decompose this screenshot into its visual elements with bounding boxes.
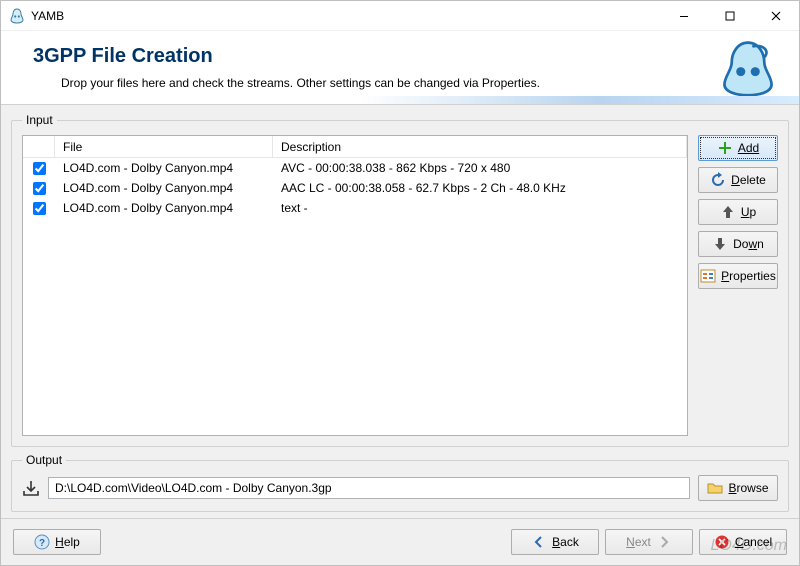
app-window: YAMB 3GPP File Creation Drop your files …	[0, 0, 800, 566]
footer-bar: ? Help Back Next Cancel	[1, 518, 799, 565]
table-row[interactable]: LO4D.com - Dolby Canyon.mp4AAC LC - 00:0…	[23, 178, 687, 198]
up-button[interactable]: Up	[698, 199, 778, 225]
side-button-column: Add Delete Up Down	[698, 135, 778, 436]
titlebar: YAMB	[1, 1, 799, 31]
close-icon	[771, 11, 781, 21]
properties-icon	[700, 268, 716, 284]
row-file: LO4D.com - Dolby Canyon.mp4	[55, 179, 273, 197]
row-file: LO4D.com - Dolby Canyon.mp4	[55, 159, 273, 177]
content-area: Input File Description LO4D.com - Dolby …	[1, 105, 799, 518]
row-description: AAC LC - 00:00:38.058 - 62.7 Kbps - 2 Ch…	[273, 179, 687, 197]
row-checkbox[interactable]	[33, 162, 46, 175]
minimize-button[interactable]	[661, 1, 707, 31]
table-row[interactable]: LO4D.com - Dolby Canyon.mp4AVC - 00:00:3…	[23, 158, 687, 178]
plus-icon	[717, 140, 733, 156]
back-button[interactable]: Back	[511, 529, 599, 555]
col-description[interactable]: Description	[273, 136, 687, 157]
list-header: File Description	[23, 136, 687, 158]
down-button[interactable]: Down	[698, 231, 778, 257]
row-checkbox-cell	[23, 200, 55, 217]
row-file: LO4D.com - Dolby Canyon.mp4	[55, 199, 273, 217]
help-button[interactable]: ? Help	[13, 529, 101, 555]
arrow-down-icon	[712, 236, 728, 252]
file-listview[interactable]: File Description LO4D.com - Dolby Canyon…	[22, 135, 688, 436]
row-checkbox[interactable]	[33, 182, 46, 195]
list-rows: LO4D.com - Dolby Canyon.mp4AVC - 00:00:3…	[23, 158, 687, 435]
svg-text:?: ?	[39, 538, 45, 549]
browse-button[interactable]: Browse	[698, 475, 778, 501]
output-legend: Output	[22, 453, 66, 467]
save-icon	[22, 479, 40, 497]
close-button[interactable]	[753, 1, 799, 31]
arrow-up-icon	[720, 204, 736, 220]
col-file[interactable]: File	[55, 136, 273, 157]
row-checkbox[interactable]	[33, 202, 46, 215]
cancel-button[interactable]: Cancel	[699, 529, 787, 555]
row-description: text -	[273, 199, 687, 217]
next-button[interactable]: Next	[605, 529, 693, 555]
input-group: Input File Description LO4D.com - Dolby …	[11, 113, 789, 447]
page-header: 3GPP File Creation Drop your files here …	[1, 31, 799, 105]
row-description: AVC - 00:00:38.038 - 862 Kbps - 720 x 48…	[273, 159, 687, 177]
arrow-right-icon	[656, 534, 672, 550]
refresh-icon	[710, 172, 726, 188]
col-checkbox[interactable]	[23, 136, 55, 157]
add-button[interactable]: Add	[698, 135, 778, 161]
output-group: Output Browse	[11, 453, 789, 512]
cancel-icon	[714, 534, 730, 550]
foot-logo-icon	[719, 39, 777, 97]
row-checkbox-cell	[23, 180, 55, 197]
minimize-icon	[679, 11, 689, 21]
table-row[interactable]: LO4D.com - Dolby Canyon.mp4text -	[23, 198, 687, 218]
maximize-button[interactable]	[707, 1, 753, 31]
delete-button[interactable]: Delete	[698, 167, 778, 193]
input-legend: Input	[22, 113, 57, 127]
page-subtitle: Drop your files here and check the strea…	[61, 76, 775, 90]
row-checkbox-cell	[23, 160, 55, 177]
window-title: YAMB	[31, 9, 661, 23]
app-icon	[9, 8, 25, 24]
folder-icon	[707, 480, 723, 496]
maximize-icon	[725, 11, 735, 21]
arrow-left-icon	[531, 534, 547, 550]
output-path-input[interactable]	[48, 477, 690, 499]
properties-button[interactable]: Properties	[698, 263, 778, 289]
header-divider	[1, 96, 799, 104]
help-icon: ?	[34, 534, 50, 550]
page-title: 3GPP File Creation	[33, 45, 775, 68]
